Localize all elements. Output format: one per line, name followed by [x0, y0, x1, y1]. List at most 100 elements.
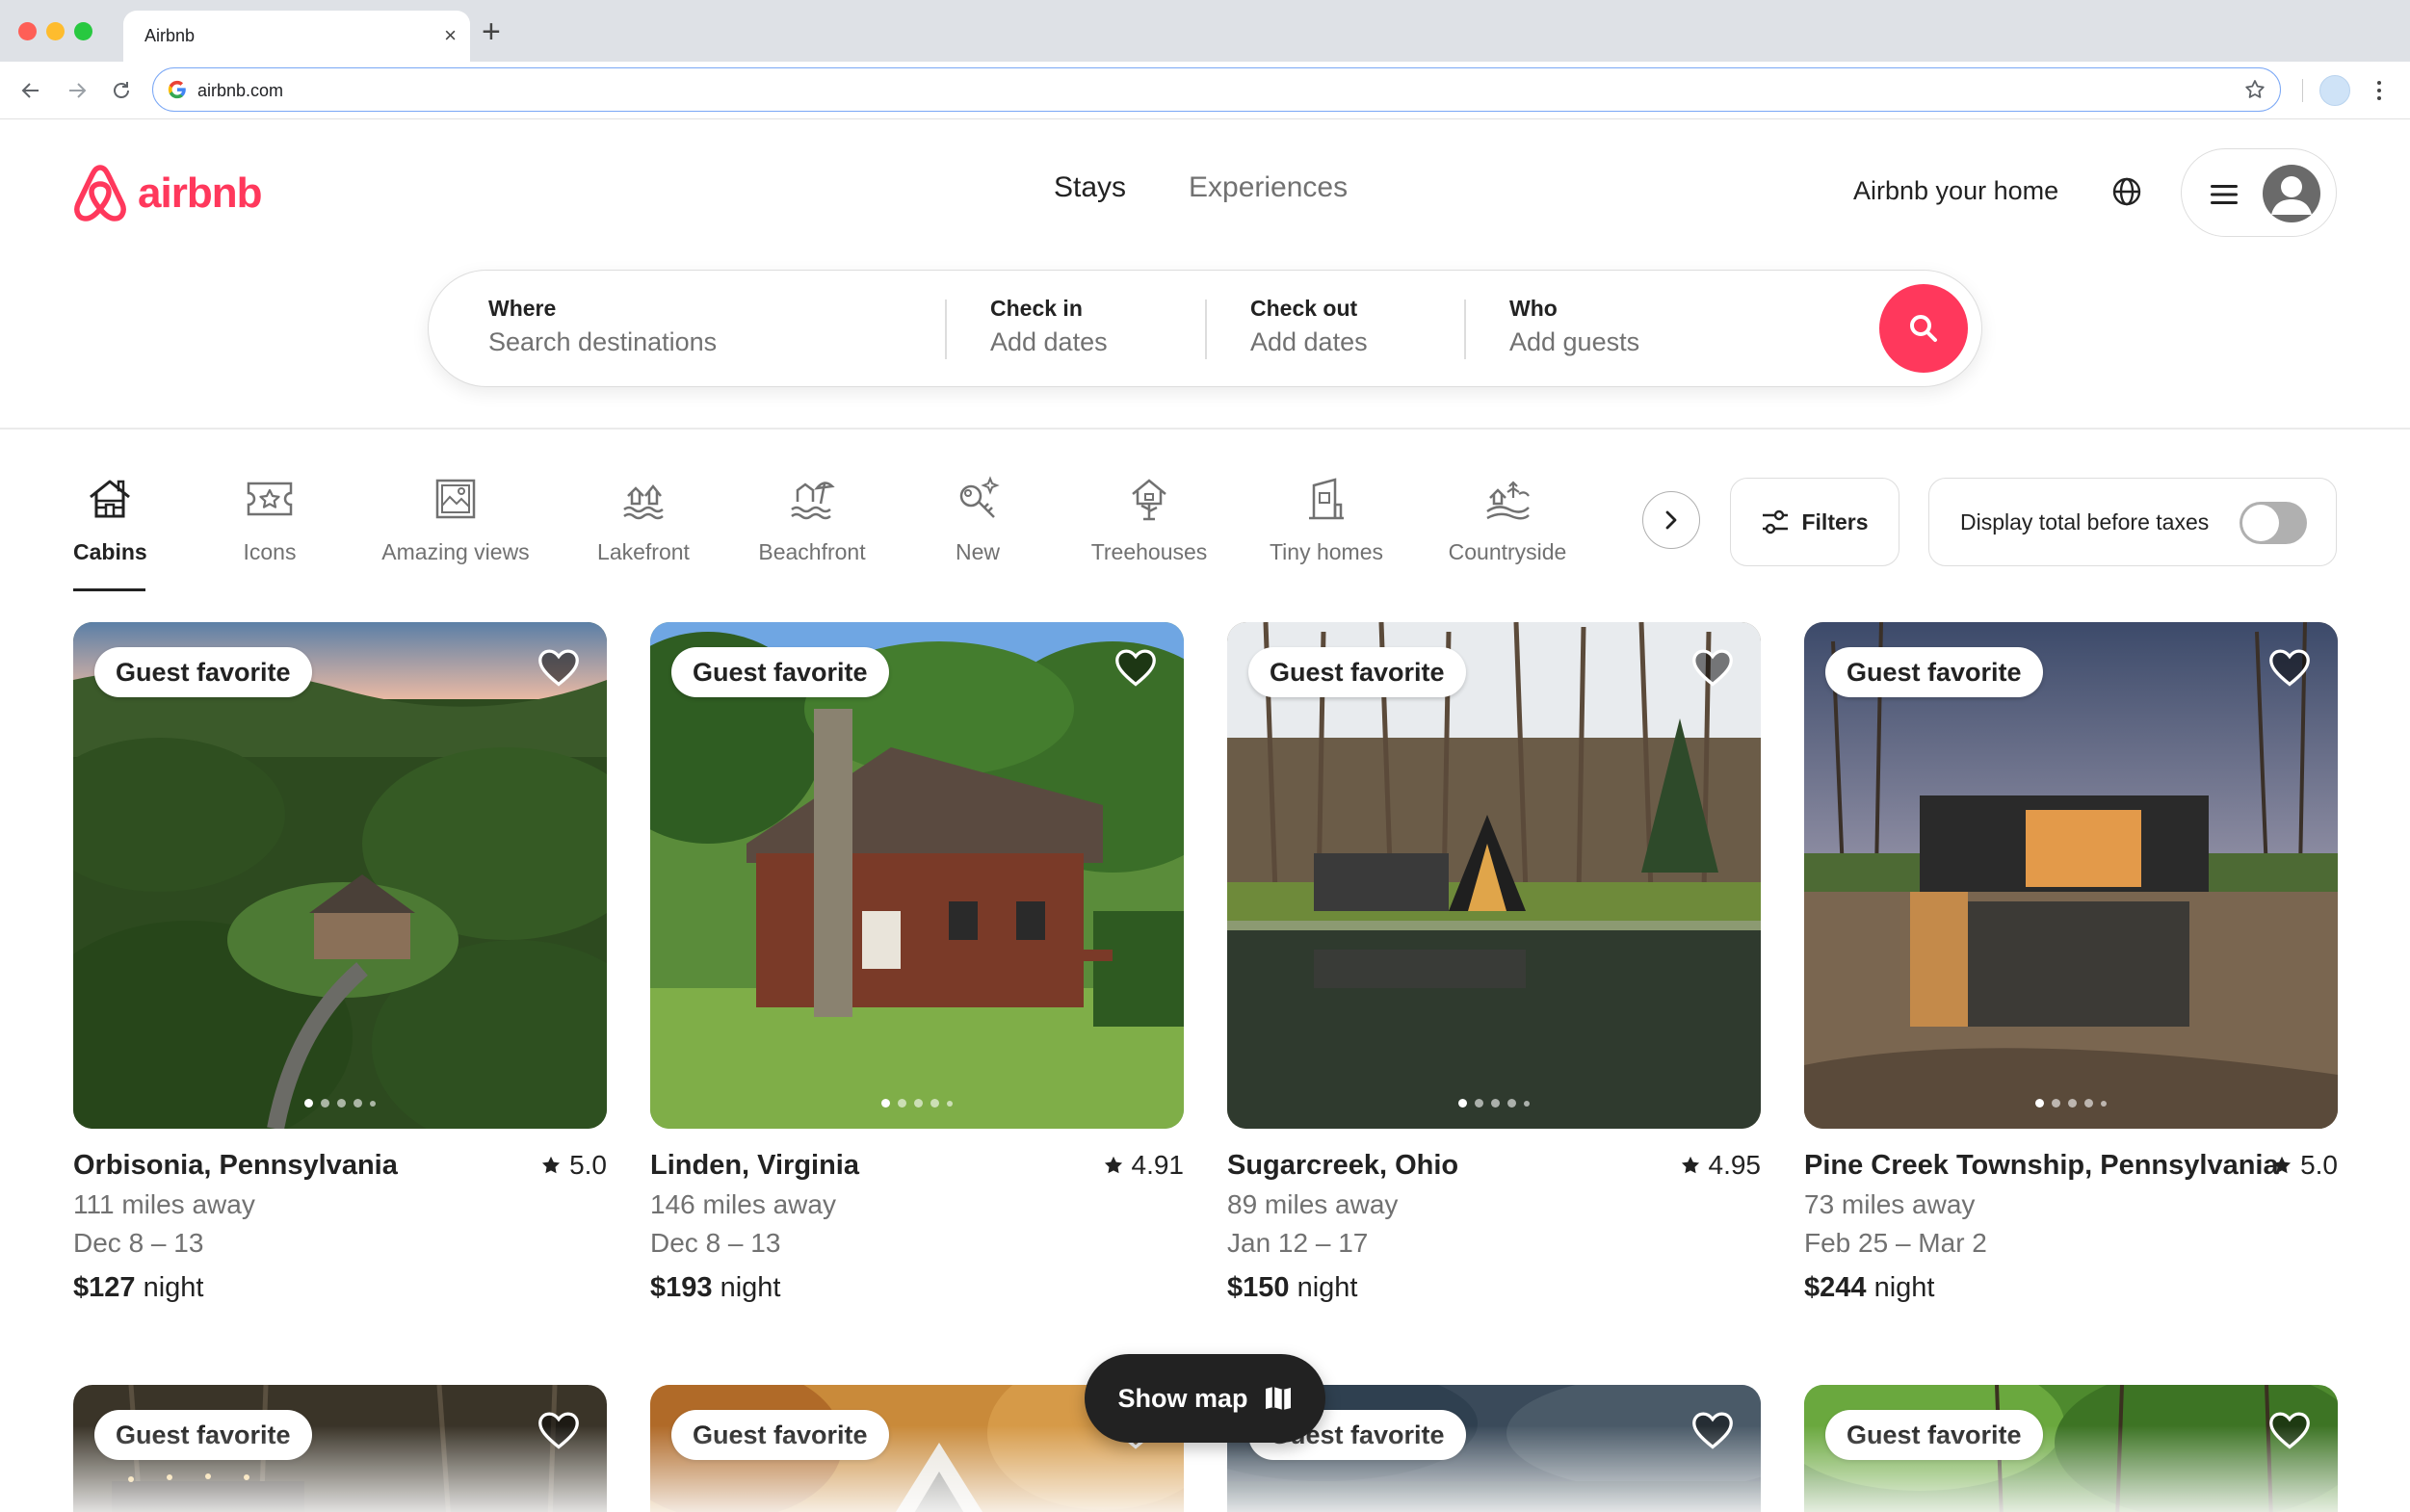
heart-icon[interactable] [2268, 647, 2311, 690]
photo-carousel-dots [73, 1099, 607, 1108]
category-tiny-homes[interactable]: Tiny homes [1267, 472, 1386, 565]
forward-arrow-icon[interactable] [60, 73, 94, 108]
back-arrow-icon[interactable] [13, 73, 48, 108]
search-button[interactable] [1879, 284, 1968, 373]
categories-next-button[interactable] [1642, 491, 1700, 549]
lakefront-icon [623, 483, 664, 520]
search-where-field[interactable]: Where Search destinations [488, 296, 717, 357]
listing-dates: Jan 12 – 17 [1227, 1228, 1369, 1258]
guest-favorite-badge: Guest favorite [94, 647, 312, 697]
who-value: Add guests [1509, 327, 1640, 356]
category-beachfront[interactable]: Beachfront [753, 472, 871, 565]
listing-distance: 146 miles away [650, 1189, 836, 1219]
bookmark-star-icon[interactable] [2243, 78, 2266, 101]
toolbar-divider [2302, 79, 2303, 102]
listing-location: Orbisonia, Pennsylvania [73, 1150, 398, 1181]
listing-photo[interactable]: Guest favorite [1227, 622, 1761, 1129]
category-label: Treehouses [1090, 539, 1208, 564]
listing-distance: 89 miles away [1227, 1189, 1399, 1219]
category-lakefront[interactable]: Lakefront [591, 472, 695, 565]
listing-rating: 4.95 [1680, 1150, 1761, 1181]
checkin-value: Add dates [990, 327, 1108, 356]
new-tab-button[interactable]: + [482, 15, 501, 48]
category-amazing-views[interactable]: Amazing views [378, 472, 534, 565]
category-label: Cabins [73, 539, 147, 564]
close-tab-icon[interactable]: × [444, 22, 457, 49]
category-icons[interactable]: Icons [231, 472, 308, 565]
star-icon [1104, 1156, 1122, 1174]
display-total-switch[interactable] [2240, 502, 2307, 544]
checkout-value: Add dates [1250, 327, 1368, 356]
star-icon [1681, 1156, 1699, 1174]
category-cabins[interactable]: Cabins [73, 472, 147, 565]
listing-photo[interactable]: Guest favorite [73, 622, 607, 1129]
photo-carousel-dots [1227, 1099, 1761, 1108]
tab-experiences[interactable]: Experiences [1189, 171, 1348, 204]
active-category-indicator [73, 588, 145, 591]
listing-photo[interactable]: Guest favorite [1804, 622, 2338, 1129]
checkin-label: Check in [990, 296, 1083, 321]
listing-card[interactable]: Guest favorite Pine Creek Township, Penn… [1804, 622, 2338, 1304]
window-zoom-button[interactable] [74, 22, 92, 40]
browser-menu-icon[interactable] [2370, 75, 2389, 106]
tab-stays[interactable]: Stays [1054, 171, 1126, 204]
heart-icon[interactable] [1691, 647, 1734, 690]
browser-profile-icon[interactable] [2319, 75, 2350, 106]
listing-dates: Dec 8 – 13 [650, 1228, 781, 1258]
window-minimize-button[interactable] [46, 22, 65, 40]
category-treehouses[interactable]: Treehouses [1087, 472, 1212, 565]
category-countryside[interactable]: Countryside [1442, 472, 1573, 565]
category-label: Countryside [1448, 539, 1567, 564]
chevron-right-icon [1665, 510, 1677, 530]
listing-card[interactable]: Guest favorite Orbisonia, Pennsylvania 5… [73, 622, 607, 1304]
airbnb-logo[interactable]: airbnb [72, 164, 262, 223]
category-label: Tiny homes [1269, 539, 1384, 564]
star-icon [2272, 1156, 2292, 1174]
show-map-button[interactable]: Show map [1085, 1354, 1325, 1443]
photo-carousel-dots [650, 1099, 1184, 1108]
listing-card[interactable]: Guest favorite Sugarcreek, Ohio 4.95 89 … [1227, 622, 1761, 1304]
heart-icon[interactable] [537, 647, 580, 690]
listing-rating: 4.91 [1103, 1150, 1184, 1181]
checkout-label: Check out [1250, 296, 1358, 321]
browser-tab[interactable]: Airbnb × [123, 11, 470, 62]
sliders-icon [1763, 509, 1789, 534]
airbnb-belo-icon [74, 165, 126, 222]
reload-icon[interactable] [104, 73, 139, 108]
search-icon [1910, 315, 1937, 342]
star-icon [541, 1156, 561, 1174]
user-menu-button[interactable] [2181, 148, 2337, 237]
search-who-field[interactable]: Who Add guests [1509, 296, 1639, 357]
globe-icon[interactable] [2111, 176, 2142, 207]
new-key-icon [959, 476, 1000, 518]
tiny-home-icon [1309, 478, 1344, 520]
listing-card[interactable]: Guest favorite Linden, Virginia 4.91 146… [650, 622, 1184, 1304]
heart-icon[interactable] [1114, 647, 1157, 690]
user-avatar-icon [2263, 165, 2320, 222]
category-label: Icons [243, 539, 297, 564]
category-label: Lakefront [597, 539, 690, 564]
map-icon [1265, 1387, 1291, 1410]
framed-view-icon [435, 479, 476, 519]
where-placeholder: Search destinations [488, 327, 718, 356]
listing-dates: Feb 25 – Mar 2 [1804, 1228, 1987, 1258]
search-checkin-field[interactable]: Check in Add dates [990, 296, 1108, 357]
listing-photo[interactable]: Guest favorite [650, 622, 1184, 1129]
ticket-star-icon [247, 482, 293, 516]
search-divider [945, 300, 947, 359]
window-close-button[interactable] [18, 22, 37, 40]
host-your-home-link[interactable]: Airbnb your home [1853, 176, 2058, 206]
listing-distance: 111 miles away [73, 1189, 255, 1219]
browser-toolbar: airbnb.com [0, 62, 2410, 119]
browser-tab-title: Airbnb [144, 26, 196, 45]
beach-umbrella-icon [791, 482, 835, 520]
listing-rating: 5.0 [2271, 1150, 2338, 1181]
url-text: airbnb.com [197, 81, 284, 100]
guest-favorite-badge: Guest favorite [1825, 647, 2043, 697]
google-icon [168, 80, 186, 99]
category-new[interactable]: New [949, 472, 1007, 565]
search-checkout-field[interactable]: Check out Add dates [1250, 296, 1368, 357]
filters-button[interactable]: Filters [1730, 478, 1899, 566]
address-bar[interactable]: airbnb.com [152, 67, 2281, 112]
guest-favorite-badge: Guest favorite [671, 647, 889, 697]
